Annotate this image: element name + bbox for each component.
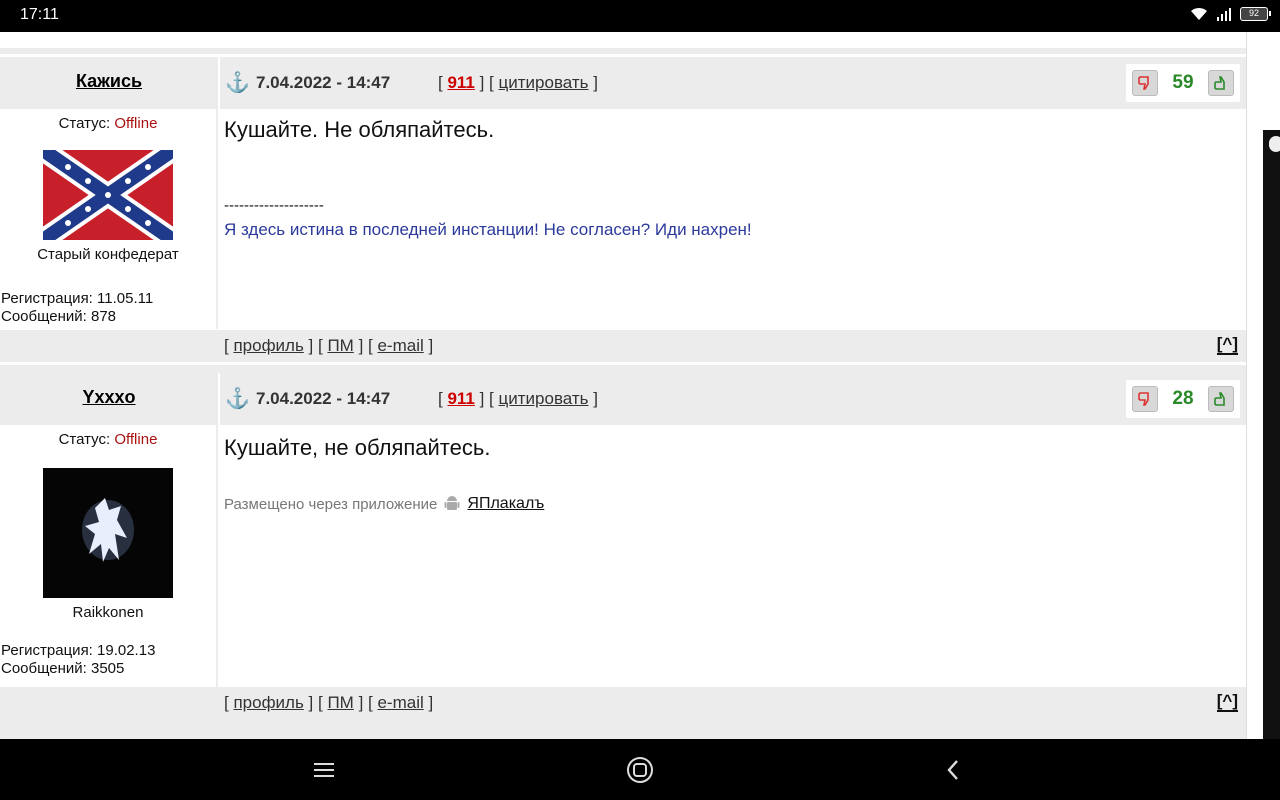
- post-links: [ 911 ] [ цитировать ]: [438, 73, 598, 92]
- footer-links: [ профиль ] [ ПМ ] [ e-mail ]: [224, 336, 434, 355]
- thumbs-down-icon: [1138, 76, 1149, 90]
- thumbs-up-icon: [1214, 76, 1225, 90]
- signal-icon: [1217, 8, 1231, 21]
- divider: [0, 719, 1246, 739]
- android-icon: [444, 496, 460, 510]
- profile-link[interactable]: профиль: [233, 336, 303, 355]
- post-message: Кушайте. Не обляпайтесь.: [224, 117, 495, 142]
- author-cell: Кажись: [0, 57, 218, 109]
- post-content: Кушайте. Не обляпайтесь. ---------------…: [224, 117, 1234, 240]
- author-info: Статус: Offline Raikkonen Регистрация: 1…: [0, 425, 218, 687]
- navigation-bar: [0, 739, 1280, 800]
- rating-widget: 28: [1126, 380, 1240, 418]
- email-link[interactable]: e-mail: [377, 693, 423, 712]
- post-meta: ⚓ 7.04.2022 - 14:47 [ 911 ] [ цитировать…: [220, 373, 1246, 425]
- post-header: Yxxxo ⚓ 7.04.2022 - 14:47 [ 911 ] [ цити…: [0, 373, 1246, 425]
- pm-link[interactable]: ПМ: [327, 693, 353, 712]
- thumbs-up-icon: [1214, 392, 1225, 406]
- post-date: 7.04.2022 - 14:47: [256, 73, 391, 92]
- report-911-link[interactable]: 911: [447, 389, 474, 408]
- browser-viewport[interactable]: Кажись ⚓ 7.04.2022 - 14:47 [ 911 ] [ цит…: [0, 32, 1280, 739]
- registration-date: Регистрация: 19.02.13: [1, 642, 156, 659]
- avatar[interactable]: [43, 150, 173, 240]
- rating-widget: 59: [1126, 64, 1240, 102]
- status-value: Offline: [114, 431, 158, 448]
- author-rank: Raikkonen: [72, 604, 144, 621]
- post-footer: [ профиль ] [ ПМ ] [ e-mail ] [^]: [0, 330, 1246, 362]
- author-stats: Регистрация: 19.02.13 Сообщений: 3505: [0, 642, 216, 678]
- menu-button[interactable]: [309, 755, 339, 785]
- close-icon[interactable]: [1269, 136, 1280, 152]
- rating-score: 59: [1172, 72, 1194, 93]
- post-content: Кушайте, не обляпайтесь. Размещено через…: [224, 435, 1234, 513]
- thumbs-up-button[interactable]: [1208, 386, 1234, 412]
- status-icons: 92: [1190, 7, 1271, 21]
- quote-link[interactable]: цитировать: [499, 389, 589, 408]
- status-label: Статус:: [58, 431, 115, 448]
- pm-link[interactable]: ПМ: [327, 336, 353, 355]
- post-footer: [ профиль ] [ ПМ ] [ e-mail ] [^]: [0, 687, 1246, 719]
- avatar[interactable]: [43, 468, 173, 598]
- scroll-top-link[interactable]: [^]: [1216, 692, 1238, 712]
- back-icon: [947, 760, 958, 780]
- battery-icon: 92: [1240, 7, 1271, 21]
- posted-via: Размещено через приложение ЯПлакалъ: [224, 495, 1234, 513]
- side-ad-image[interactable]: [1263, 130, 1280, 739]
- post-message: Кушайте, не обляпайтесь.: [224, 435, 491, 460]
- clock: 17:11: [20, 6, 59, 23]
- rating-score: 28: [1172, 388, 1194, 409]
- thumbs-down-button[interactable]: [1132, 70, 1158, 96]
- home-icon: [627, 757, 653, 783]
- footer-links: [ профиль ] [ ПМ ] [ e-mail ]: [224, 693, 434, 712]
- message-count: Сообщений: 878: [1, 308, 117, 325]
- author-name-link[interactable]: Yxxxo: [82, 387, 135, 408]
- wifi-icon: [1191, 7, 1207, 20]
- email-link[interactable]: e-mail: [377, 336, 423, 355]
- author-stats: Регистрация: 11.05.11 Сообщений: 878: [0, 290, 216, 326]
- scroll-top-link[interactable]: [^]: [1216, 335, 1238, 355]
- post-header: Кажись ⚓ 7.04.2022 - 14:47 [ 911 ] [ цит…: [0, 57, 1246, 109]
- menu-icon: [314, 763, 334, 777]
- back-button[interactable]: [938, 755, 968, 785]
- report-911-link[interactable]: 911: [447, 73, 474, 92]
- signature-separator: --------------------: [224, 197, 324, 214]
- author-info: Статус: Offline Старый конфедерат Регист…: [0, 109, 218, 329]
- thumbs-up-button[interactable]: [1208, 70, 1234, 96]
- registration-date: Регистрация: 11.05.11: [1, 290, 154, 307]
- posted-via-label: Размещено через приложение: [224, 495, 438, 513]
- status-label: Статус:: [58, 115, 115, 132]
- profile-link[interactable]: профиль: [233, 693, 303, 712]
- author-status: Статус: Offline: [0, 115, 216, 132]
- author-name-link[interactable]: Кажись: [76, 71, 142, 92]
- author-cell: Yxxxo: [0, 373, 218, 425]
- signature: Я здесь истина в последней инстанции! Не…: [224, 220, 752, 239]
- author-rank: Старый конфедерат: [37, 246, 179, 263]
- divider: [0, 365, 1246, 373]
- post-meta: ⚓ 7.04.2022 - 14:47 [ 911 ] [ цитировать…: [220, 57, 1246, 109]
- anchor-icon[interactable]: ⚓: [225, 388, 250, 410]
- status-value: Offline: [114, 115, 158, 132]
- author-status: Статус: Offline: [0, 431, 216, 448]
- divider: [0, 48, 1246, 54]
- thumbs-down-icon: [1138, 392, 1149, 406]
- home-button[interactable]: [625, 755, 655, 785]
- anchor-icon[interactable]: ⚓: [225, 72, 250, 94]
- status-bar: 17:11 92: [0, 0, 1280, 32]
- app-link[interactable]: ЯПлакалъ: [467, 495, 544, 513]
- post-links: [ 911 ] [ цитировать ]: [438, 389, 598, 408]
- message-count: Сообщений: 3505: [1, 660, 125, 677]
- post-date: 7.04.2022 - 14:47: [256, 389, 391, 408]
- quote-link[interactable]: цитировать: [499, 73, 589, 92]
- thumbs-down-button[interactable]: [1132, 386, 1158, 412]
